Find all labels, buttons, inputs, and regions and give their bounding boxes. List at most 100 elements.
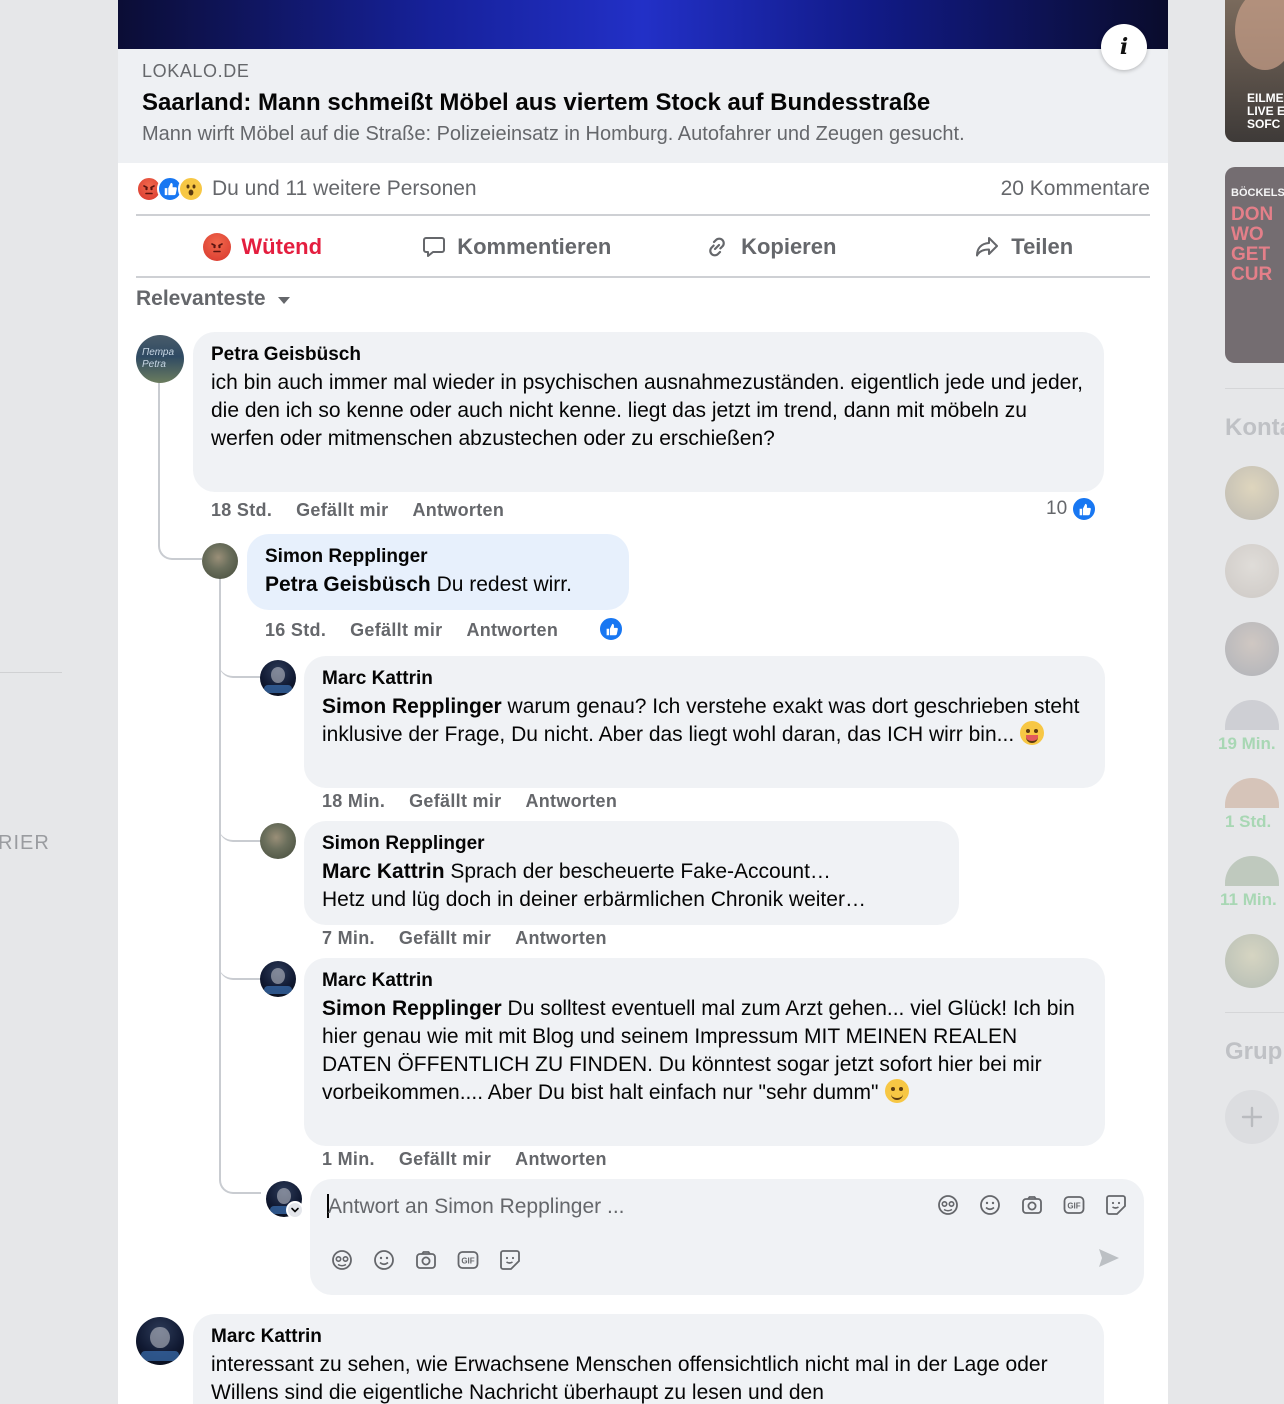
reply-composer: GIF GIF: [310, 1179, 1144, 1295]
comment-author[interactable]: Marc Kattrin: [322, 668, 1087, 690]
mention-link[interactable]: Simon Repplinger: [322, 997, 502, 1020]
emoji-icon[interactable]: [978, 1193, 1002, 1217]
like-link[interactable]: Gefällt mir: [296, 500, 388, 521]
contact-avatar[interactable]: [1225, 700, 1279, 730]
comment-author[interactable]: Simon Repplinger: [265, 546, 611, 568]
comment-label: Kommentieren: [457, 234, 612, 259]
reaction-names[interactable]: Du und 11 weitere Personen: [212, 177, 477, 201]
reply-link[interactable]: Antworten: [515, 928, 607, 949]
share-label: Teilen: [1011, 234, 1074, 259]
avatar[interactable]: [202, 543, 238, 579]
like-link[interactable]: Gefällt mir: [350, 620, 442, 641]
reply-link[interactable]: Antworten: [515, 1149, 607, 1170]
camera-icon[interactable]: [1020, 1193, 1044, 1217]
composer-toolbar-bottom: GIF: [330, 1248, 522, 1272]
comment-reactions[interactable]: [598, 616, 624, 642]
comment-time[interactable]: 16 Std.: [265, 620, 326, 641]
comment-time[interactable]: 1 Min.: [322, 1149, 375, 1170]
avatar[interactable]: [260, 961, 296, 997]
comment-author[interactable]: Simon Repplinger: [322, 833, 941, 855]
avatar[interactable]: Петра Petra: [136, 335, 184, 383]
like-link[interactable]: Gefällt mir: [399, 928, 491, 949]
copy-link-button[interactable]: Kopieren: [643, 218, 897, 276]
comment-time[interactable]: 18 Min.: [322, 791, 385, 812]
avatar[interactable]: [136, 1317, 184, 1365]
like-link[interactable]: Gefällt mir: [409, 791, 501, 812]
send-icon[interactable]: [1096, 1245, 1122, 1276]
avatar[interactable]: [260, 660, 296, 696]
profile-switch-button[interactable]: [286, 1201, 304, 1219]
like-link[interactable]: Gefällt mir: [399, 1149, 491, 1170]
comment-meta: 18 Min. Gefällt mir Antworten: [322, 791, 617, 812]
right-sidebar: EILME LIVE E SOFC BÖCKELS DON WO GET CUR…: [1168, 0, 1284, 1404]
composer-toolbar-top: GIF: [936, 1193, 1128, 1217]
reply-link[interactable]: Antworten: [412, 500, 504, 521]
avatar[interactable]: [260, 823, 296, 859]
comment-reactions[interactable]: 10: [1046, 496, 1098, 522]
angry-icon: [203, 233, 232, 261]
mention-link[interactable]: Marc Kattrin: [322, 860, 445, 883]
winking-tongue-emoji-icon: [1020, 721, 1045, 745]
reply-link[interactable]: Antworten: [525, 791, 617, 812]
comment-author[interactable]: Marc Kattrin: [211, 1326, 1086, 1348]
mention-link[interactable]: Petra Geisbüsch: [265, 573, 431, 596]
thread-line: [219, 962, 261, 980]
mention-link[interactable]: Simon Repplinger: [322, 695, 502, 718]
sort-label: Relevanteste: [136, 287, 266, 310]
comment-bubble: Marc Kattrin Simon Repplinger Du solltes…: [304, 958, 1105, 1146]
link-description: Mann wirft Möbel auf die Straße: Polizei…: [142, 123, 965, 145]
contact-avatar[interactable]: [1225, 544, 1279, 598]
comment-author[interactable]: Marc Kattrin: [322, 970, 1087, 992]
contact-active-time: 1 Std.: [1225, 812, 1272, 831]
contact-avatar[interactable]: [1225, 466, 1279, 520]
comment-time[interactable]: 18 Std.: [211, 500, 272, 521]
ad-line: BÖCKELS: [1231, 187, 1284, 199]
contact-avatar[interactable]: [1225, 856, 1279, 886]
reply-input[interactable]: [328, 1191, 908, 1223]
create-group-button[interactable]: [1225, 1090, 1279, 1144]
post-card: i LOKALO.DE Saarland: Mann schmeißt Möbe…: [118, 0, 1168, 1404]
comments-count[interactable]: 20 Kommentare: [1001, 177, 1150, 201]
comment-button[interactable]: Kommentieren: [390, 218, 644, 276]
ad-line: GET: [1231, 244, 1271, 265]
sponsored-ad-2[interactable]: BÖCKELS DON WO GET CUR: [1225, 167, 1284, 363]
sticker-icon[interactable]: [1104, 1193, 1128, 1217]
caret-down-icon: [277, 297, 290, 304]
divider: [1225, 1012, 1284, 1013]
sponsored-ad-1[interactable]: EILME LIVE E SOFC: [1225, 0, 1284, 142]
wow-reaction-icon[interactable]: [178, 176, 204, 202]
comment-text: Sprach der bescheuerte Fake-Account…: [444, 860, 831, 883]
react-button[interactable]: Wütend: [136, 218, 390, 276]
divider: [136, 276, 1150, 278]
avatar-sticker-icon[interactable]: [936, 1193, 960, 1217]
sticker-icon[interactable]: [498, 1248, 522, 1272]
comment-bubble: Simon Repplinger Petra Geisbüsch Du rede…: [247, 534, 629, 610]
contact-avatar[interactable]: [1225, 622, 1279, 676]
post-action-bar: Wütend Kommentieren Kopieren Teilen: [136, 218, 1150, 276]
contact-avatar[interactable]: [1225, 778, 1279, 808]
chevron-down-icon: [291, 1207, 299, 1213]
reply-link[interactable]: Antworten: [466, 620, 558, 641]
comment-text: ich bin auch immer mal wieder in psychis…: [211, 371, 1084, 450]
comment-sort-dropdown[interactable]: Relevanteste: [136, 287, 290, 311]
camera-icon[interactable]: [414, 1248, 438, 1272]
ad-line: WO: [1231, 224, 1264, 245]
plus-icon: [1241, 1106, 1263, 1128]
gif-icon[interactable]: GIF: [456, 1248, 480, 1272]
avatar-sticker-icon[interactable]: [330, 1248, 354, 1272]
link-icon: [709, 237, 725, 257]
left-background: RIER: [0, 0, 118, 1404]
contact-avatar[interactable]: [1225, 934, 1279, 988]
clipped-label: RIER: [0, 832, 50, 854]
contact-active-time: 11 Min.: [1220, 890, 1277, 909]
info-icon: i: [1119, 34, 1129, 60]
share-button[interactable]: Teilen: [897, 218, 1151, 276]
comment-time[interactable]: 7 Min.: [322, 928, 375, 949]
info-button[interactable]: i: [1101, 24, 1147, 70]
comment-author[interactable]: Petra Geisbüsch: [211, 344, 1086, 366]
gif-icon[interactable]: GIF: [1062, 1193, 1086, 1217]
link-preview[interactable]: LOKALO.DE Saarland: Mann schmeißt Möbel …: [118, 49, 1168, 163]
contacts-heading: Konta: [1225, 414, 1284, 441]
link-preview-image[interactable]: [118, 0, 1168, 49]
emoji-icon[interactable]: [372, 1248, 396, 1272]
